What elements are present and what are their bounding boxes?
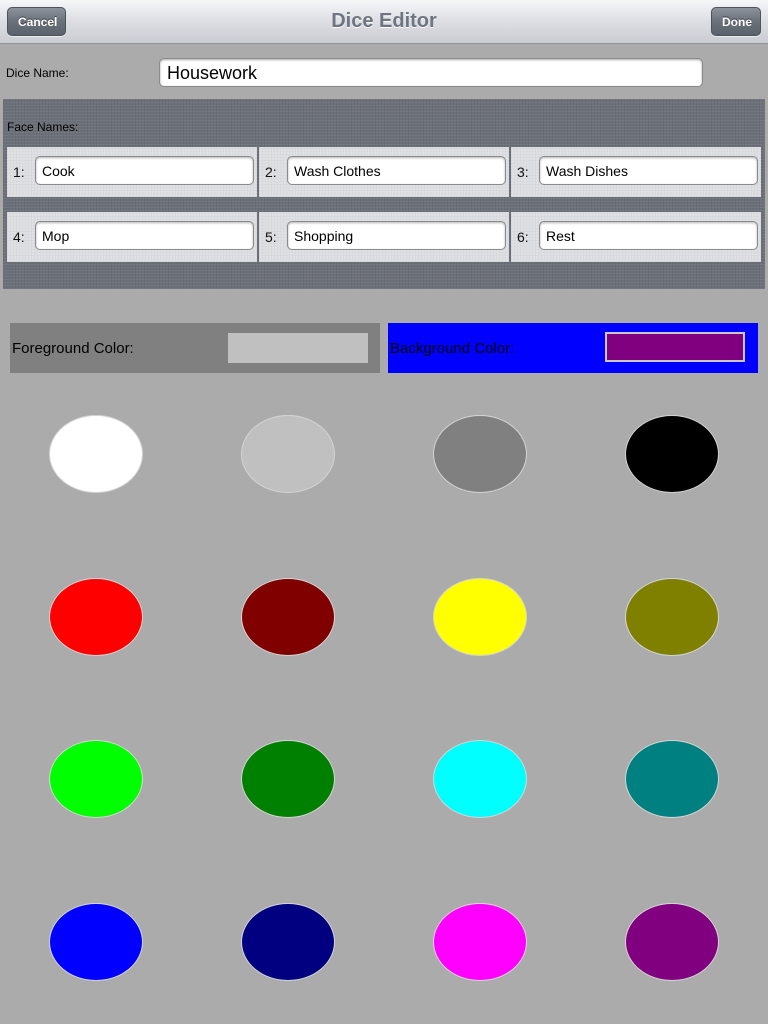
color-swatch-800080[interactable] <box>625 903 719 981</box>
face-name-input-2[interactable] <box>287 156 506 185</box>
background-color-label: Background Color: <box>390 340 515 357</box>
color-swatch-c0c0c0[interactable] <box>241 415 335 493</box>
face-names-panel: Face Names: 1: 2: 3: 4: 5: 6: <box>3 99 765 289</box>
color-swatch-000000[interactable] <box>625 415 719 493</box>
color-swatch-ffff00[interactable] <box>433 578 527 656</box>
color-swatch-800000[interactable] <box>241 578 335 656</box>
done-button[interactable]: Done <box>711 7 761 36</box>
face-number: 4: <box>13 229 25 245</box>
cancel-button[interactable]: Cancel <box>7 7 66 36</box>
page-title: Dice Editor <box>331 10 437 32</box>
foreground-color-label: Foreground Color: <box>12 340 134 357</box>
face-cell-5: 5: <box>259 212 509 262</box>
color-swatch-008080[interactable] <box>625 740 719 818</box>
background-color-swatch <box>605 332 745 362</box>
dice-name-label: Dice Name: <box>6 66 69 80</box>
dice-name-input[interactable] <box>159 58 703 87</box>
face-number: 3: <box>517 164 529 180</box>
foreground-color-swatch <box>228 333 368 363</box>
face-cell-1: 1: <box>7 147 257 197</box>
color-swatch-ffffff[interactable] <box>49 415 143 493</box>
face-number: 1: <box>13 164 25 180</box>
color-swatch-ff0000[interactable] <box>49 578 143 656</box>
color-swatch-808080[interactable] <box>433 415 527 493</box>
face-cell-6: 6: <box>511 212 761 262</box>
color-swatch-ff00ff[interactable] <box>433 903 527 981</box>
face-name-input-5[interactable] <box>287 221 506 250</box>
face-names-label: Face Names: <box>7 120 79 134</box>
navigation-bar: Dice Editor Cancel Done <box>0 0 768 44</box>
face-number: 6: <box>517 229 529 245</box>
face-name-input-3[interactable] <box>539 156 758 185</box>
color-swatch-0000ff[interactable] <box>49 903 143 981</box>
face-name-input-1[interactable] <box>35 156 254 185</box>
background-color-selector[interactable]: Background Color: <box>388 323 758 373</box>
color-swatch-00ff00[interactable] <box>49 740 143 818</box>
face-cell-2: 2: <box>259 147 509 197</box>
face-name-input-6[interactable] <box>539 221 758 250</box>
face-number: 2: <box>265 164 277 180</box>
color-swatch-008000[interactable] <box>241 740 335 818</box>
face-number: 5: <box>265 229 277 245</box>
face-name-input-4[interactable] <box>35 221 254 250</box>
color-swatch-808000[interactable] <box>625 578 719 656</box>
color-swatch-00ffff[interactable] <box>433 740 527 818</box>
color-swatch-000080[interactable] <box>241 903 335 981</box>
face-cell-3: 3: <box>511 147 761 197</box>
foreground-color-selector[interactable]: Foreground Color: <box>10 323 380 373</box>
face-cell-4: 4: <box>7 212 257 262</box>
